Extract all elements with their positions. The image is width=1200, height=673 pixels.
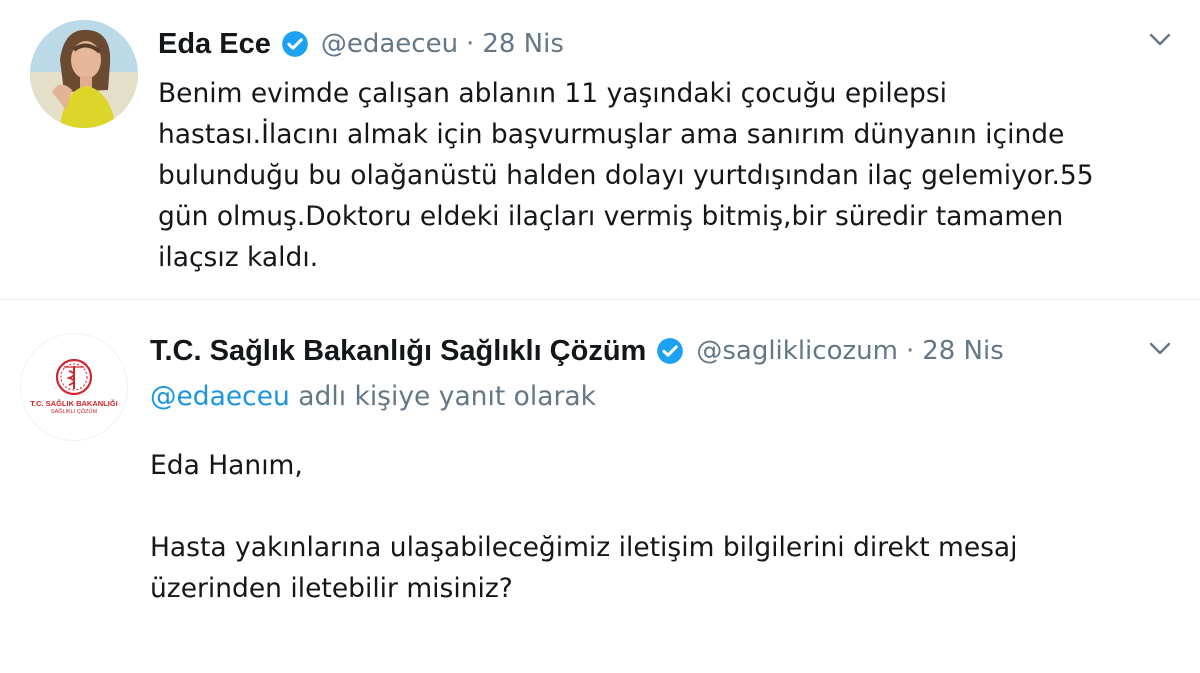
divider — [0, 299, 1200, 300]
chevron-down-icon[interactable] — [1148, 32, 1172, 48]
display-name[interactable]: Eda Ece — [158, 28, 271, 61]
logo-label: T.C. SAĞLIK BAKANLIĞI — [30, 399, 118, 408]
display-name[interactable]: T.C. Sağlık Bakanlığı Sağlıklı Çözüm — [150, 335, 646, 368]
tweet[interactable]: Eda Ece @edaeceu · 28 Nis Benim evimde ç… — [0, 0, 1200, 300]
separator-dot: · — [466, 29, 475, 59]
avatar[interactable] — [30, 20, 138, 128]
chevron-down-icon[interactable] — [1148, 341, 1172, 357]
separator-dot: · — [905, 336, 915, 366]
avatar[interactable]: T.C. SAĞLIK BAKANLIĞI SAĞLIKLI ÇÖZÜM — [20, 333, 128, 441]
handle[interactable]: @sagliklicozum — [696, 336, 898, 366]
handle[interactable]: @edaeceu — [321, 29, 458, 59]
verified-badge-icon — [282, 31, 308, 57]
tweet-date[interactable]: 28 Nis — [922, 336, 1004, 366]
tweet-text: Hasta yakınlarına ulaşabileceğimiz ileti… — [150, 532, 1018, 604]
tweet-text: Benim evimde çalışan ablanın 11 yaşındak… — [158, 78, 1094, 273]
tweet-header: Eda Ece @edaeceu · 28 Nis — [158, 26, 564, 62]
verified-badge-icon — [657, 338, 684, 364]
reply-to-text: adlı kişiye yanıt olarak — [289, 381, 596, 412]
tweet-header: T.C. Sağlık Bakanlığı Sağlıklı Çözüm @sa… — [150, 333, 1004, 369]
profile-photo — [30, 20, 138, 128]
logo-sublabel: SAĞLIKLI ÇÖZÜM — [50, 409, 98, 415]
tweet-date[interactable]: 28 Nis — [482, 29, 564, 59]
reply-context: @edaeceu adlı kişiye yanıt olarak — [150, 381, 596, 412]
ministry-logo — [55, 358, 93, 396]
tweet-greeting: Eda Hanım, — [150, 450, 303, 481]
reply-tweet[interactable]: T.C. SAĞLIK BAKANLIĞI SAĞLIKLI ÇÖZÜM T.C… — [0, 301, 1200, 673]
reply-to-link[interactable]: @edaeceu — [150, 381, 290, 412]
